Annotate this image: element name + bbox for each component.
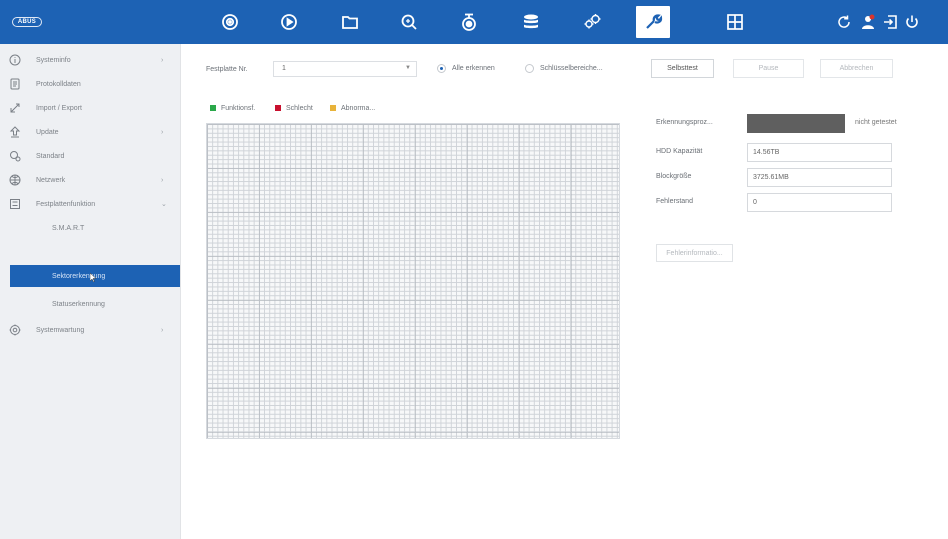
progress-status-text: nicht getestet: [855, 119, 897, 126]
sidebar-item-label: S.M.A.R.T: [52, 224, 85, 232]
info-icon: [8, 53, 22, 67]
legend-swatch-green: [210, 105, 216, 111]
sidebar-subitem-statuserkennung[interactable]: Statuserkennung: [0, 292, 181, 316]
sidebar-item-festplattenfunktion[interactable]: Festplattenfunktion ⌄: [0, 192, 181, 216]
detection-progress-bar: [747, 114, 845, 133]
chevron-right-icon: ›: [161, 128, 164, 136]
progress-label: Erkennungsproz...: [656, 119, 713, 126]
network-icon: [8, 173, 22, 187]
chevron-right-icon: ›: [161, 326, 164, 334]
radio-all-detect-label: Alle erkennen: [452, 65, 495, 72]
sidebar-item-systeminfo[interactable]: Systeminfo ›: [0, 48, 181, 72]
legend-swatch-yellow: [330, 105, 336, 111]
error-info-button[interactable]: Fehlerinformatio...: [656, 244, 733, 262]
selftest-button[interactable]: Selbsttest: [651, 59, 714, 78]
sidebar-item-label: Netzwerk: [36, 176, 66, 184]
sidebar-item-label: Systemwartung: [36, 326, 85, 334]
defaults-icon: [8, 149, 22, 163]
error-count-label: Fehlerstand: [656, 198, 693, 205]
sidebar-subitem-smart[interactable]: S.M.A.R.T: [0, 216, 181, 240]
chevron-down-icon: ▼: [405, 65, 411, 71]
progress-fill: [747, 114, 845, 133]
radio-key-areas-label: Schlüsselbereiche...: [540, 65, 603, 72]
disk-number-label: Festplatte Nr.: [206, 66, 248, 73]
logout-icon[interactable]: [880, 12, 900, 32]
error-count-field: 0: [747, 193, 892, 212]
sidebar-item-systemwartung[interactable]: Systemwartung ›: [0, 318, 181, 342]
sidebar-subitem-sektorerkennung[interactable]: Sektorerkennung: [10, 265, 180, 287]
user-icon[interactable]: [858, 12, 878, 32]
sidebar-item-label: Update: [36, 128, 59, 136]
sidebar-item-label: Systeminfo: [36, 56, 71, 64]
hdd-icon: [8, 197, 22, 211]
pause-button[interactable]: Pause: [733, 59, 804, 78]
radio-all-detect[interactable]: [437, 64, 446, 73]
sidebar-item-label: Sektorerkennung: [52, 272, 106, 280]
capacity-label: HDD Kapazität: [656, 148, 703, 155]
top-navigation-bar: ABUS: [0, 0, 948, 44]
sidebar-item-label: Festplattenfunktion: [36, 200, 96, 208]
legend-label: Schlecht: [286, 104, 313, 112]
mouse-cursor-icon: [90, 273, 97, 282]
refresh-icon[interactable]: [834, 12, 854, 32]
legend-swatch-red: [275, 105, 281, 111]
maintenance-icon: [8, 323, 22, 337]
camera-icon[interactable]: [216, 8, 244, 36]
block-size-field: 3725.61MB: [747, 168, 892, 187]
sidebar-item-label: Import / Export: [36, 104, 82, 112]
legend-bad: Schlecht: [275, 103, 313, 113]
search-zoom-icon[interactable]: [395, 8, 423, 36]
power-icon[interactable]: [902, 12, 922, 32]
chevron-right-icon: ›: [161, 176, 164, 184]
sidebar-item-update[interactable]: Update ›: [0, 120, 181, 144]
disk-number-select[interactable]: 1 ▼: [273, 61, 417, 77]
gears-icon[interactable]: [578, 8, 606, 36]
sidebar-item-protokolldaten[interactable]: Protokolldaten: [0, 72, 181, 96]
sidebar-item-label: Protokolldaten: [36, 80, 81, 88]
sidebar-item-label: Statuserkennung: [52, 300, 105, 308]
wrench-icon[interactable]: [636, 6, 670, 38]
grid-icon[interactable]: [721, 8, 749, 36]
upload-icon: [8, 125, 22, 139]
database-icon[interactable]: [517, 8, 545, 36]
sidebar-item-netzwerk[interactable]: Netzwerk ›: [0, 168, 181, 192]
block-size-label: Blockgröße: [656, 173, 692, 180]
sidebar-item-label: Standard: [36, 152, 65, 160]
abort-button[interactable]: Abbrechen: [820, 59, 893, 78]
legend-good: Funktionsf.: [210, 103, 255, 113]
radio-key-areas[interactable]: [525, 64, 534, 73]
legend-label: Abnorma...: [341, 104, 376, 112]
chevron-right-icon: ›: [161, 56, 164, 64]
disk-number-value: 1: [282, 65, 286, 72]
sector-grid: [206, 123, 620, 439]
folder-icon[interactable]: [336, 8, 364, 36]
sidebar-item-standard[interactable]: Standard: [0, 144, 181, 168]
chevron-down-icon: ⌄: [161, 201, 167, 208]
sidebar-item-import-export[interactable]: Import / Export: [0, 96, 181, 120]
legend-label: Funktionsf.: [221, 104, 256, 112]
play-icon[interactable]: [275, 8, 303, 36]
abus-logo: ABUS: [12, 17, 42, 27]
legend-abnormal: Abnorma...: [330, 103, 375, 113]
document-icon: [8, 77, 22, 91]
capacity-field: 14.56TB: [747, 143, 892, 162]
import-export-icon: [8, 101, 22, 115]
ptz-camera-icon[interactable]: [455, 8, 483, 36]
sidebar: Systeminfo › Protokolldaten Import / Exp…: [0, 44, 181, 539]
